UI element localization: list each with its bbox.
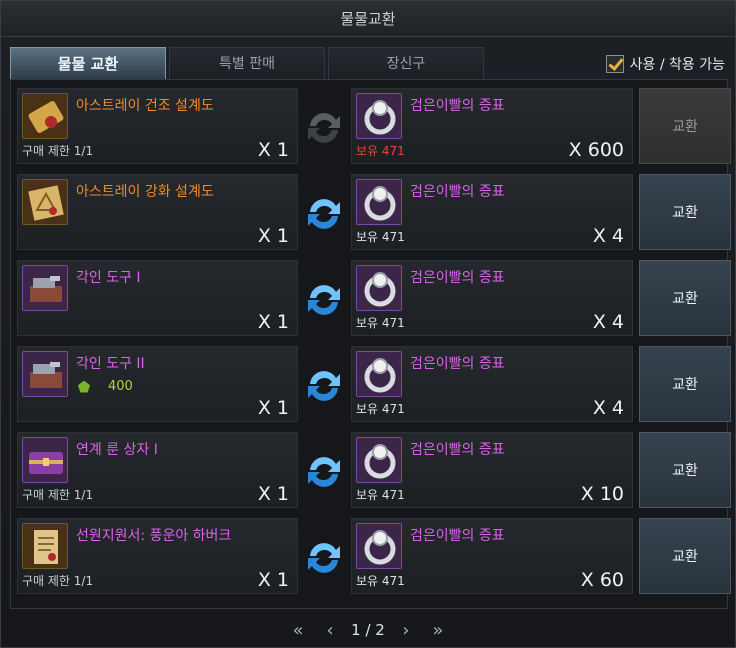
tab-accessories[interactable]: 장신구 [328,47,484,79]
exchange-row: 아스트레이 건조 설계도구매 제한 1/1 X 1 검은이빨의 증표보유 471 X … [17,84,731,164]
exchange-button[interactable]: 교환 [639,346,731,422]
owned-count: 보유 471 [356,574,405,588]
ring-icon[interactable] [356,179,402,225]
reward-item-name: 선원지원서: 풍운아 하버크 [76,528,232,544]
reward-item-name: 각인 도구 I [76,270,141,286]
reward-item-name: 아스트레이 강화 설계도 [76,184,214,200]
reward-item-name: 각인 도구 II [76,356,145,372]
reward-item-slot[interactable]: 각인 도구 I X 1 [17,260,298,336]
usable-filter-label: 사용 / 착용 가능 [629,57,725,73]
bonus-value: 400 [78,379,133,394]
reward-quantity: X 1 [257,311,289,333]
exchange-arrow-icon [302,536,346,580]
exchange-row: 연계 룬 상자 I 구매 제한 1/1 X 1 검은이빨의 증표보유 471 X 10 교… [17,428,731,508]
exchange-button[interactable]: 교환 [639,260,731,336]
ring-icon[interactable] [356,265,402,311]
tab-barter[interactable]: 물물 교환 [10,47,166,79]
cost-item-name: 검은이빨의 증표 [410,528,505,544]
reward-quantity: X 1 [257,225,289,247]
owned-count: 보유 471 [356,402,405,416]
purchase-limit: 구매 제한 1/1 [22,488,94,502]
tab-special-sale[interactable]: 특별 판매 [169,47,325,79]
owned-count: 보유 471 [356,230,405,244]
reward-item-slot[interactable]: 각인 도구 II 400 X 1 [17,346,298,422]
cost-quantity: X 600 [568,139,624,161]
reward-quantity: X 1 [257,139,289,161]
chest-icon[interactable] [22,437,68,483]
exchange-button[interactable]: 교환 [639,518,731,594]
ring-icon[interactable] [356,437,402,483]
owned-count: 보유 471 [356,316,405,330]
toolbox-icon[interactable] [22,351,68,397]
cost-item-slot[interactable]: 검은이빨의 증표보유 471 X 600 [351,88,633,164]
owned-count: 보유 471 [356,144,405,158]
exchange-button[interactable]: 교환 [639,88,731,164]
cost-quantity: X 10 [580,483,624,505]
cost-quantity: X 60 [580,569,624,591]
exchange-row: 각인 도구 II 400 X 1 검은이빨의 증표보유 471 X 4 교환 [17,342,731,422]
exchange-list: 아스트레이 건조 설계도 구매 제한 1/1 X 1 검은이빨의 증표 보유 471 X … [10,79,731,609]
toolbox-icon[interactable] [22,265,68,311]
usable-checkbox[interactable] [605,55,624,73]
cost-item-name: 검은이빨의 증표 [410,442,505,458]
ring-icon[interactable] [356,351,402,397]
cost-item-slot[interactable]: 검은이빨의 증표보유 471 X 4 [351,346,633,422]
exchange-button[interactable]: 교환 [639,432,731,508]
reward-quantity: X 1 [257,397,289,419]
cost-item-name: 검은이빨의 증표 [410,270,505,286]
reward-item-slot[interactable]: 아스트레이 건조 설계도구매 제한 1/1 X 1 [17,88,298,164]
reward-quantity: X 1 [257,569,289,591]
ring-icon[interactable] [356,523,402,569]
purchase-limit: 구매 제한 1/1 [22,144,94,158]
cost-quantity: X 4 [592,397,624,419]
cost-quantity: X 4 [592,311,624,333]
exchange-row: 아스트레이 강화 설계도 X 1 검은이빨의 증표보유 471 X 4 교환 [17,170,731,250]
prev-page-button[interactable]: ‹ [319,620,341,641]
reward-item-slot[interactable]: 연계 룬 상자 I 구매 제한 1/1 X 1 [17,432,298,508]
owned-count: 보유 471 [356,488,405,502]
cost-item-name: 검은이빨의 증표 [410,356,505,372]
purchase-limit: 구매 제한 1/1 [22,574,94,588]
scroll-icon[interactable] [22,93,68,139]
exchange-arrow-icon [302,450,346,494]
cost-item-slot[interactable]: 검은이빨의 증표보유 471 X 4 [351,260,633,336]
reward-quantity: X 1 [257,483,289,505]
exchange-arrow-icon [302,192,346,236]
exchange-row: 각인 도구 I X 1 검은이빨의 증표보유 471 X 4 교환 [17,256,731,336]
cost-item-slot[interactable]: 검은이빨의 증표보유 471 X 10 [351,432,633,508]
reward-item-slot[interactable]: 선원지원서: 풍운아 하버크구매 제한 1/1 X 1 [17,518,298,594]
exchange-button[interactable]: 교환 [639,174,731,250]
usable-filter[interactable]: 사용 / 착용 가능 [605,54,725,74]
next-page-button[interactable]: › [395,620,417,641]
exchange-arrow-icon [302,364,346,408]
last-page-button[interactable]: » [427,620,449,641]
exchange-arrow-icon [302,278,346,322]
barter-window: 물물교환 물물 교환 특별 판매 장신구 사용 / 착용 가능 아스트레이 건조… [0,0,736,648]
reward-item-slot[interactable]: 아스트레이 강화 설계도 X 1 [17,174,298,250]
cost-item-name: 검은이빨의 증표 [410,98,505,114]
ring-icon[interactable] [356,93,402,139]
cost-quantity: X 4 [592,225,624,247]
cost-item-slot[interactable]: 검은이빨의 증표보유 471 X 4 [351,174,633,250]
reward-item-name: 아스트레이 건조 설계도 [76,98,214,114]
window-title: 물물교환 [1,1,735,37]
cost-item-name: 검은이빨의 증표 [410,184,505,200]
reward-item-name: 연계 룬 상자 I [76,442,158,458]
document-icon[interactable] [22,523,68,569]
page-indicator: 1 / 2 [351,621,385,639]
exchange-arrow-icon [302,106,346,150]
cost-item-slot[interactable]: 검은이빨의 증표보유 471 X 60 [351,518,633,594]
first-page-button[interactable]: « [287,620,309,641]
blueprint-icon[interactable] [22,179,68,225]
tab-bar: 물물 교환 특별 판매 장신구 [10,47,484,79]
exchange-row: 선원지원서: 풍운아 하버크구매 제한 1/1 X 1 검은이빨의 증표보유 471… [17,514,731,594]
gem-icon [78,380,90,393]
pagination: « ‹ 1 / 2 › » [1,613,735,647]
